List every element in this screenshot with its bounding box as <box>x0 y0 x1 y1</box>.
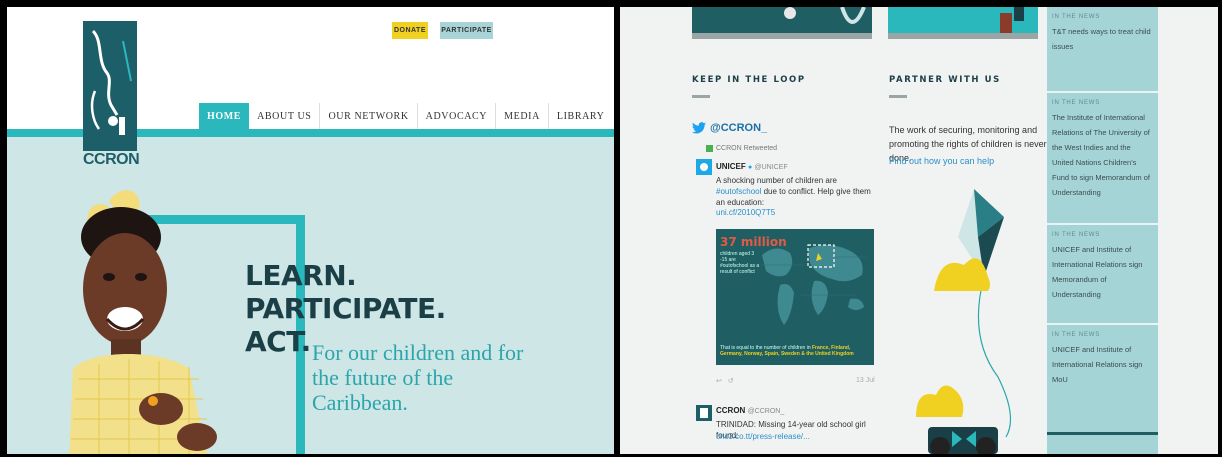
banner-illustration-right <box>888 7 1038 39</box>
news-item[interactable]: IN THE NEWS UNICEF and Institute of Inte… <box>1047 225 1158 325</box>
news-tag: IN THE NEWS <box>1052 100 1101 106</box>
nav-about-us[interactable]: ABOUT US <box>249 103 321 129</box>
headline-line-participate: PARTICIPATE. <box>245 292 446 325</box>
kite-illustration <box>916 189 1012 454</box>
ccron-social-section-screenshot: KEEP IN THE LOOP @CCRON_ CCRON Retweeted… <box>620 7 1218 454</box>
tweet2-link[interactable]: cnc3.co.tt/press-release/... <box>716 431 810 442</box>
retweet-icon <box>706 145 713 152</box>
partner-link[interactable]: Find out how you can help <box>889 156 994 166</box>
news-tag: IN THE NEWS <box>1052 14 1101 20</box>
tweet-infographic[interactable]: 37 million children aged 3 -15 are #outo… <box>716 229 874 365</box>
twitter-handle[interactable]: @CCRON_ <box>710 122 767 134</box>
twitter-feed-header[interactable]: @CCRON_ <box>692 122 767 134</box>
news-sidebar-footer-bar <box>1047 432 1158 435</box>
news-headline[interactable]: The Institute of International Relations… <box>1052 110 1154 200</box>
nav-media[interactable]: MEDIA <box>496 103 549 129</box>
tweet2-author-handle[interactable]: @CCRON_ <box>748 408 785 415</box>
logo-text[interactable]: CCRON <box>83 151 140 169</box>
participate-button[interactable]: PARTICIPATE <box>440 22 493 39</box>
smiling-girl-photo <box>69 190 217 454</box>
headline-line-learn: LEARN. <box>245 259 357 292</box>
news-headline[interactable]: UNICEF and Institute of International Re… <box>1052 242 1154 302</box>
tweet-actions[interactable]: ↩ ↺ <box>716 377 734 385</box>
nav-library[interactable]: LIBRARY <box>549 103 613 129</box>
news-tag: IN THE NEWS <box>1052 332 1101 338</box>
infographic-footer: That is equal to the number of children … <box>720 345 874 357</box>
news-tag: IN THE NEWS <box>1052 232 1101 238</box>
donate-button[interactable]: DONATE <box>392 22 428 39</box>
nav-advocacy[interactable]: ADVOCACY <box>418 103 497 129</box>
ccron-homepage-screenshot: CCRON DONATE PARTICIPATE HOME ABOUT US O… <box>7 7 614 454</box>
news-item[interactable]: IN THE NEWS The Institute of Internation… <box>1047 93 1158 225</box>
tweet-text-start: A shocking number of children are <box>716 176 837 185</box>
keep-in-loop-title: KEEP IN THE LOOP <box>692 75 806 85</box>
nav-home[interactable]: HOME <box>199 103 250 129</box>
tweet-date[interactable]: 13 Jul <box>856 377 875 384</box>
section-rule <box>889 95 907 98</box>
tweet-author[interactable]: UNICEF ● @UNICEF <box>716 161 788 173</box>
news-item[interactable]: IN THE NEWS UNICEF and Institute of Inte… <box>1047 325 1158 432</box>
news-headline[interactable]: T&T needs ways to treat child issues <box>1052 24 1154 54</box>
retweeted-label: CCRON Retweeted <box>716 145 778 152</box>
tweet-author-name[interactable]: UNICEF <box>716 162 746 171</box>
news-item[interactable]: IN THE NEWS T&T needs ways to treat chil… <box>1047 7 1158 93</box>
ccron-avatar[interactable] <box>696 405 712 421</box>
world-map-graphic <box>762 244 866 325</box>
main-nav: HOME ABOUT US OUR NETWORK ADVOCACY MEDIA… <box>199 103 612 129</box>
nav-our-network[interactable]: OUR NETWORK <box>320 103 418 129</box>
tweet-body: A shocking number of children are #outof… <box>716 175 876 208</box>
news-headline[interactable]: UNICEF and Institute of International Re… <box>1052 342 1154 387</box>
ccron-logo-graphic[interactable] <box>83 21 137 171</box>
tweet-link[interactable]: uni.cf/2010Q7T5 <box>716 207 775 218</box>
news-sidebar: IN THE NEWS T&T needs ways to treat chil… <box>1047 7 1158 454</box>
partner-title: PARTNER WITH US <box>889 75 1001 85</box>
hero-tagline: For our children and for the future of t… <box>312 340 524 415</box>
twitter-bird-icon <box>692 122 706 134</box>
unicef-avatar[interactable] <box>696 159 712 175</box>
tweet2-author-name[interactable]: CCRON <box>716 406 745 415</box>
hashtag-link[interactable]: #outofschool <box>716 187 761 196</box>
tweet2-author[interactable]: CCRON @CCRON_ <box>716 405 784 417</box>
infographic-subtext: children aged 3 -15 are #outofschool as … <box>720 251 760 275</box>
banner-illustration-left <box>692 7 872 39</box>
verified-icon: ● <box>748 164 753 171</box>
infographic-big-number: 37 million <box>720 235 787 249</box>
section-rule <box>692 95 710 98</box>
tweet-author-handle[interactable]: @UNICEF <box>754 164 787 171</box>
